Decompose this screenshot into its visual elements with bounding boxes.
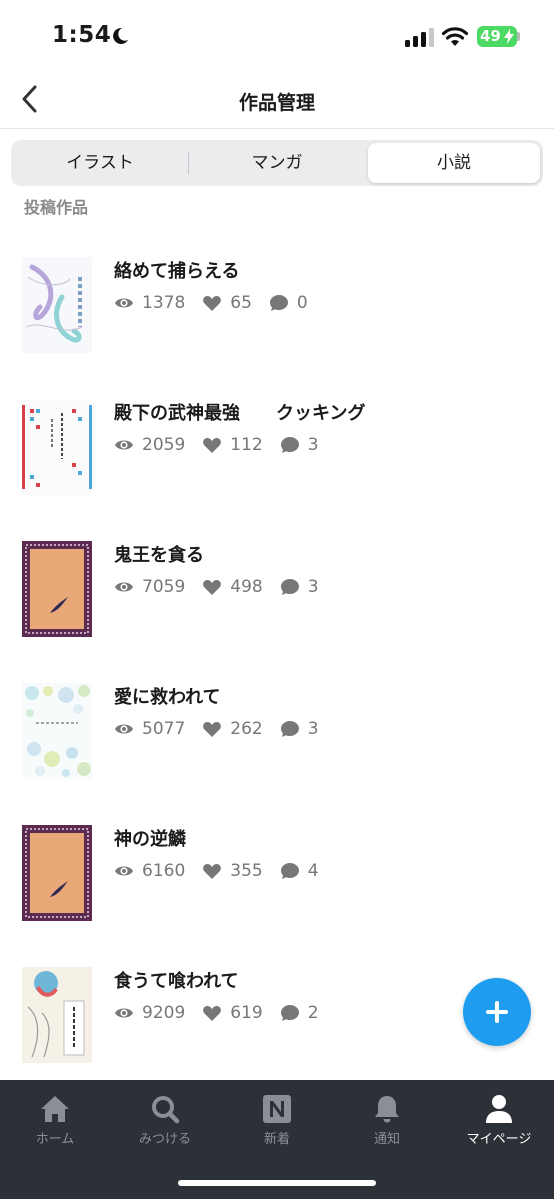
fish-cover-icon (22, 257, 92, 353)
home-indicator (178, 1180, 376, 1186)
work-item[interactable]: 殿下の武神最強 クッキング 2059 112 3 (0, 387, 554, 507)
heart-icon (203, 438, 222, 453)
view-count: 7059 (142, 577, 186, 597)
view-count: 5077 (142, 719, 186, 739)
like-count: 355 (230, 861, 263, 881)
like-count: 262 (230, 719, 263, 739)
comment-count: 0 (296, 293, 308, 313)
comment-icon (280, 1005, 299, 1021)
tab-new[interactable]: 新着 (222, 1094, 332, 1154)
tab-label: ホーム (35, 1132, 75, 1147)
tab-home[interactable]: ホーム (0, 1094, 110, 1154)
eye-icon (115, 298, 133, 308)
view-count: 2059 (142, 435, 186, 455)
work-title: 鬼王を貪る (114, 545, 204, 566)
work-stats: 1378 65 0 (114, 292, 325, 314)
comment-count: 2 (307, 1003, 319, 1023)
segment-novel[interactable]: 小説 (368, 143, 540, 183)
tab-label: マイページ (466, 1132, 532, 1147)
status-time: 1:54 (52, 22, 112, 48)
heart-icon (203, 864, 222, 879)
comment-icon (280, 721, 299, 737)
comment-count: 3 (307, 577, 319, 597)
eye-icon (115, 582, 133, 592)
heart-icon (203, 580, 222, 595)
new-icon (263, 1095, 291, 1123)
like-count: 65 (230, 293, 252, 313)
framed-cover-icon (22, 541, 92, 637)
tab-label: みつける (138, 1132, 191, 1147)
category-segmented-control: イラスト マンガ 小説 (11, 140, 543, 186)
work-item[interactable]: 神の逆鱗 6160 355 4 (0, 813, 554, 933)
eye-icon (115, 440, 133, 450)
eye-icon (115, 724, 133, 734)
work-stats: 9209 619 2 (114, 1002, 336, 1024)
work-title: 絡めて捕らえる (114, 261, 240, 282)
nav-header: 作品管理 (0, 74, 554, 129)
flower-cover-icon (22, 967, 92, 1063)
comment-icon (280, 437, 299, 453)
work-item[interactable]: 絡めて捕らえる 1378 65 0 (0, 245, 554, 365)
tab-label: 通知 (373, 1132, 400, 1147)
view-count: 9209 (142, 1003, 186, 1023)
bubbles-cover-icon (22, 683, 92, 779)
segment-illust[interactable]: イラスト (14, 143, 186, 183)
work-item[interactable]: 鬼王を貪る 7059 498 3 (0, 529, 554, 649)
battery-tip (517, 32, 520, 41)
segment-manga[interactable]: マンガ (191, 143, 363, 183)
wifi-icon (441, 27, 469, 46)
work-title: 食うて喰われて (114, 971, 239, 992)
comment-icon (280, 579, 299, 595)
segment-divider (188, 152, 189, 174)
home-icon (41, 1096, 69, 1122)
comment-icon (269, 295, 288, 311)
like-count: 619 (230, 1003, 263, 1023)
eye-icon (115, 866, 133, 876)
plus-icon (486, 1001, 508, 1023)
search-icon (152, 1096, 180, 1124)
work-stats: 2059 112 3 (114, 434, 336, 456)
section-label: 投稿作品 (24, 198, 89, 217)
tab-search[interactable]: みつける (110, 1094, 220, 1154)
work-title: 殿下の武神最強 クッキング (114, 403, 366, 424)
bell-icon (375, 1096, 399, 1123)
comment-count: 3 (307, 719, 319, 739)
tab-label: 新着 (263, 1132, 290, 1147)
patterned-cover-icon (22, 399, 92, 495)
status-bar: 1:54 49 (0, 0, 554, 74)
work-title: 愛に救われて (114, 687, 221, 708)
battery-level: 49 (480, 27, 501, 45)
like-count: 112 (230, 435, 263, 455)
signal-icon (405, 28, 434, 47)
battery-indicator: 49 (477, 26, 517, 47)
view-count: 1378 (142, 293, 186, 313)
comment-icon (280, 863, 299, 879)
heart-icon (203, 296, 222, 311)
eye-icon (115, 1008, 133, 1018)
heart-icon (203, 1006, 222, 1021)
person-icon (486, 1095, 512, 1123)
tab-notifications[interactable]: 通知 (332, 1094, 442, 1154)
like-count: 498 (230, 577, 263, 597)
add-work-button[interactable] (463, 978, 531, 1046)
tab-mypage[interactable]: マイページ (444, 1094, 554, 1154)
bolt-icon (504, 29, 514, 44)
work-item[interactable]: 愛に救われて 5077 262 3 (0, 671, 554, 791)
comment-count: 3 (307, 435, 319, 455)
work-title: 神の逆鱗 (114, 829, 186, 850)
moon-icon (113, 27, 128, 44)
heart-icon (203, 722, 222, 737)
work-stats: 7059 498 3 (114, 576, 336, 598)
work-stats: 6160 355 4 (114, 860, 336, 882)
view-count: 6160 (142, 861, 186, 881)
comment-count: 4 (307, 861, 319, 881)
work-stats: 5077 262 3 (114, 718, 336, 740)
page-title: 作品管理 (238, 92, 315, 114)
framed-cover-icon (22, 825, 92, 921)
